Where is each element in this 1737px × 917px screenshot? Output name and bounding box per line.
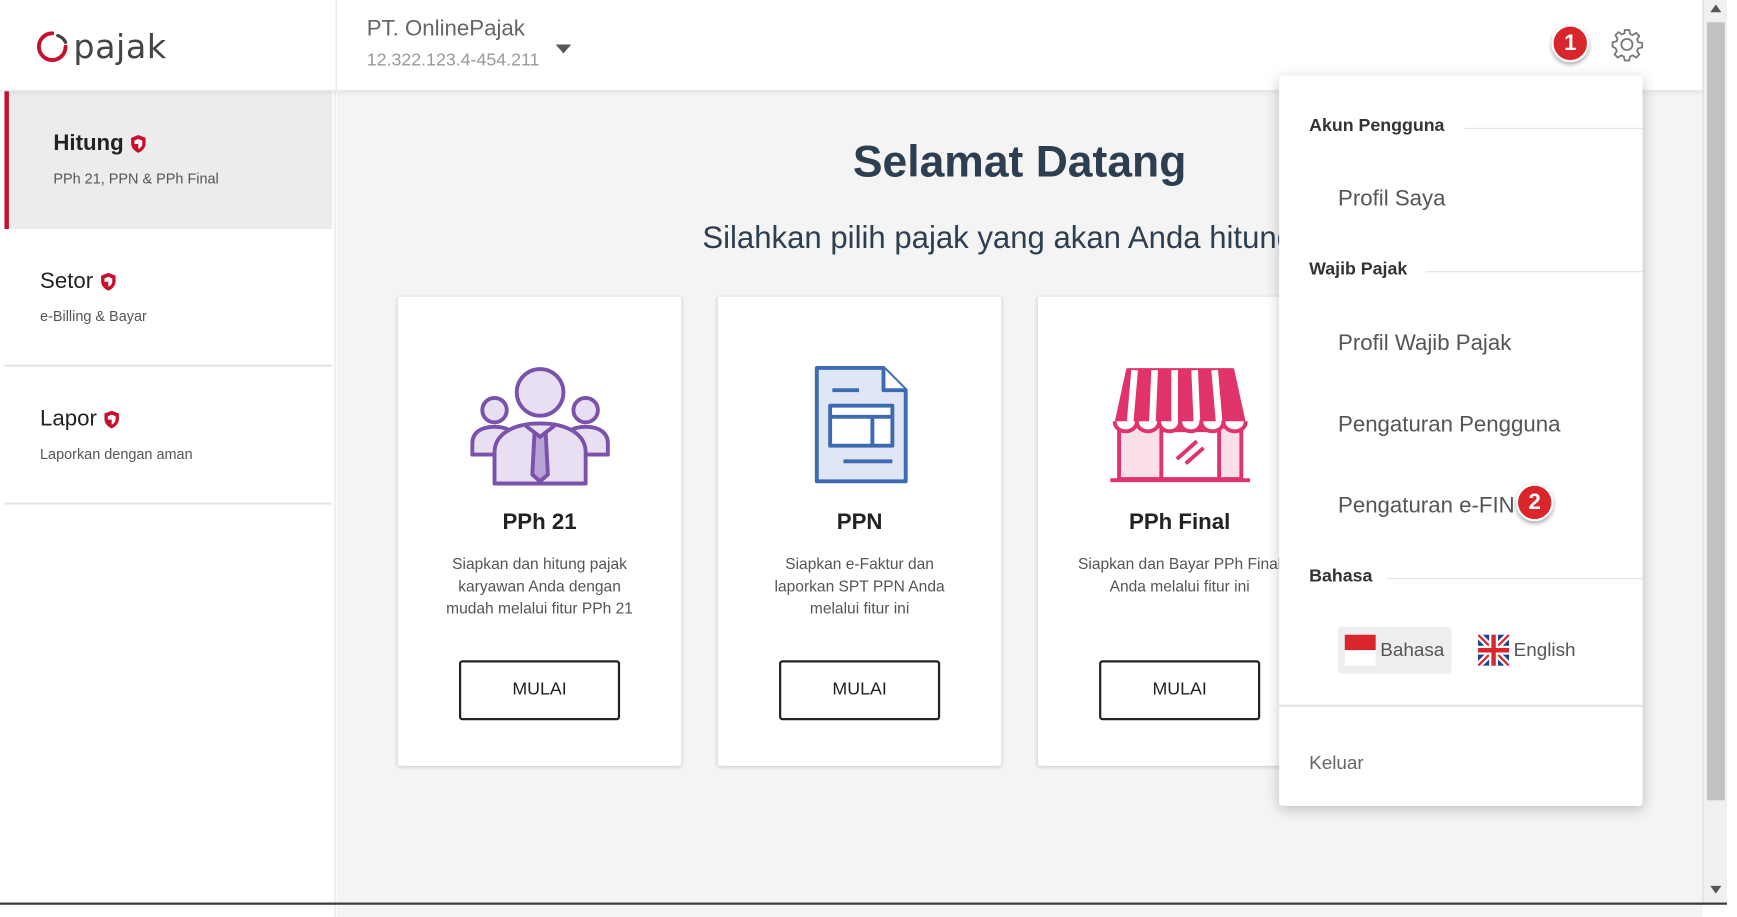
step-badge-2: 2 [1515, 483, 1554, 522]
scroll-down-icon[interactable] [1710, 885, 1722, 894]
shield-icon [131, 135, 146, 153]
mulai-button-ppn[interactable]: MULAI [779, 660, 941, 721]
dropdown-divider [1279, 704, 1643, 707]
section-wajib-pajak: Wajib Pajak [1309, 260, 1408, 279]
logo[interactable]: pajak [36, 24, 167, 68]
scrollbar[interactable] [1702, 0, 1727, 903]
sidebar-item-label: Setor [40, 268, 94, 294]
section-divider [1425, 271, 1643, 273]
mulai-button-pph-final[interactable]: MULAI [1099, 660, 1261, 721]
sidebar-item-lapor[interactable]: Lapor Laporkan dengan aman [4, 367, 333, 505]
sidebar-item-label: Lapor [40, 406, 97, 432]
card-title: PPh 21 [502, 510, 577, 535]
card-description: Siapkan dan Bayar PPh Final Anda melalui… [1078, 554, 1282, 595]
company-name: PT. OnlinePajak [366, 16, 525, 42]
settings-dropdown: Akun Pengguna Profil Saya Wajib Pajak Pr… [1279, 75, 1643, 806]
logout-button[interactable]: Keluar [1309, 752, 1364, 774]
indonesia-flag-icon [1344, 634, 1376, 666]
section-akun-pengguna: Akun Pengguna [1309, 116, 1445, 136]
mulai-button-pph21[interactable]: MULAI [458, 660, 621, 721]
card-description: Siapkan e-Faktur dan laporkan SPT PPN An… [774, 554, 945, 617]
scroll-up-icon[interactable] [1710, 4, 1722, 13]
shield-icon [104, 410, 120, 429]
menu-item-profil-wajib-pajak[interactable]: Profil Wajib Pajak [1338, 331, 1511, 357]
store-icon [1110, 368, 1251, 483]
chevron-down-icon[interactable] [555, 44, 572, 54]
shield-icon [100, 272, 116, 291]
app-window: pajak PT. OnlinePajak 12.322.123.4-454.2… [0, 0, 1737, 917]
people-icon [470, 367, 610, 486]
company-selector[interactable]: PT. OnlinePajak 12.322.123.4-454.211 [367, 17, 540, 71]
sidebar-item-setor[interactable]: Setor e-Billing & Bayar [4, 229, 333, 367]
menu-item-pengaturan-efin[interactable]: Pengaturan e-FIN [1338, 494, 1515, 520]
document-icon [814, 365, 908, 484]
card-pph21: PPh 21 Siapkan dan hitung pajak karyawan… [397, 296, 682, 766]
language-option-bahasa[interactable]: Bahasa [1338, 626, 1451, 674]
uk-flag-icon [1478, 634, 1510, 666]
logo-ring-icon [36, 31, 68, 62]
header-divider [335, 0, 337, 92]
section-divider [1386, 577, 1643, 580]
section-bahasa: Bahasa [1309, 566, 1373, 586]
card-ppn: PPN Siapkan e-Faktur dan laporkan SPT PP… [717, 296, 1002, 766]
page-subtitle: Silahkan pilih pajak yang akan Anda hitu… [702, 220, 1281, 255]
language-label: English [1513, 639, 1576, 661]
sidebar-item-label: Hitung [53, 131, 124, 156]
logo-text: pajak [73, 27, 167, 67]
sidebar-item-hitung[interactable]: Hitung PPh 21, PPN & PPh Final [4, 91, 333, 229]
section-divider [1464, 127, 1643, 129]
sidebar-item-subtitle: e-Billing & Bayar [40, 307, 147, 325]
sidebar: Hitung PPh 21, PPN & PPh Final Setor e-B… [0, 91, 336, 917]
scroll-thumb[interactable] [1706, 22, 1725, 801]
step-badge-1: 1 [1551, 24, 1590, 63]
sidebar-item-subtitle: Laporkan dengan aman [40, 445, 193, 463]
language-label: Bahasa [1380, 639, 1445, 661]
language-option-english[interactable]: English [1471, 627, 1582, 674]
menu-item-profil-saya[interactable]: Profil Saya [1338, 187, 1445, 213]
sidebar-item-subtitle: PPh 21, PPN & PPh Final [53, 170, 219, 187]
card-title: PPN [836, 510, 883, 535]
company-npwp: 12.322.123.4-454.211 [366, 51, 540, 71]
card-description: Siapkan dan hitung pajak karyawan Anda d… [446, 554, 633, 617]
window-bottom-edge [0, 902, 1727, 905]
gear-icon[interactable] [1609, 27, 1645, 63]
menu-item-pengaturan-pengguna[interactable]: Pengaturan Pengguna [1338, 412, 1560, 438]
